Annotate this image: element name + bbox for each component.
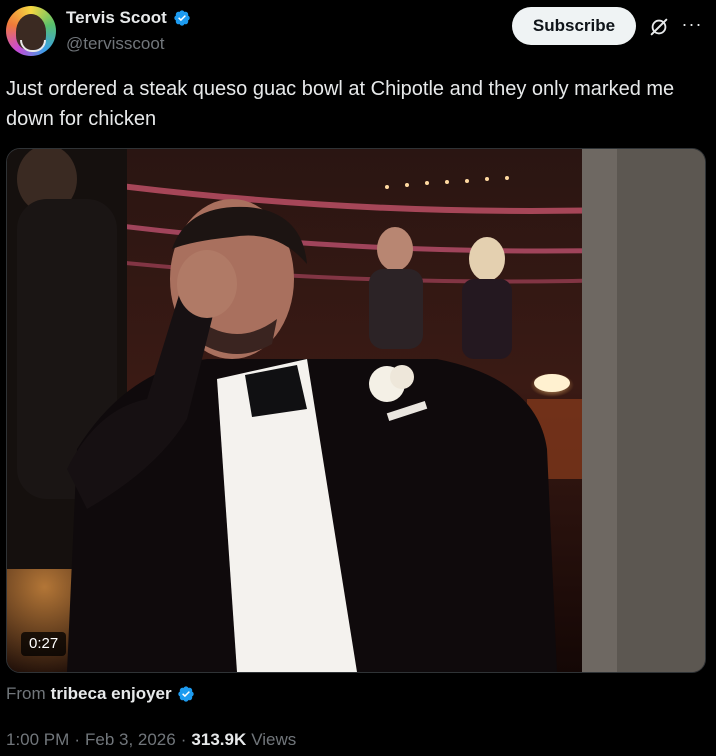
grok-icon[interactable] bbox=[648, 16, 670, 38]
views-label: Views bbox=[251, 730, 297, 749]
subscribe-button[interactable]: Subscribe bbox=[512, 7, 636, 45]
tweet-meta: 1:00 PM · Feb 3, 2026 · 313.9K Views bbox=[6, 730, 296, 750]
views-count: 313.9K bbox=[191, 730, 247, 749]
attribution-row: From tribeca enjoyer bbox=[6, 684, 195, 704]
from-label: From bbox=[6, 684, 46, 703]
avatar-chain bbox=[20, 40, 46, 52]
meta-separator: · bbox=[180, 730, 187, 749]
author-handle[interactable]: @tervisscoot bbox=[66, 34, 165, 54]
meta-separator: · bbox=[74, 730, 80, 749]
author-name-row: Tervis Scoot bbox=[66, 8, 191, 28]
tweet-text: Just ordered a steak queso guac bowl at … bbox=[6, 78, 675, 130]
more-icon[interactable]: ··· bbox=[680, 12, 704, 36]
verified-badge-icon bbox=[174, 10, 190, 26]
tweet-time[interactable]: 1:00 PM bbox=[6, 730, 69, 750]
verified-badge-icon bbox=[177, 686, 194, 702]
video-thumbnail bbox=[7, 149, 705, 672]
tweet-header: Tervis Scoot @tervisscoot Subscribe ··· bbox=[0, 0, 716, 70]
video-player[interactable]: 0:27 bbox=[6, 148, 706, 673]
avatar[interactable] bbox=[6, 6, 56, 56]
source-account-link[interactable]: tribeca enjoyer bbox=[51, 684, 172, 704]
author-display-name[interactable]: Tervis Scoot bbox=[66, 8, 167, 28]
video-duration: 0:27 bbox=[21, 632, 67, 656]
tweet-date[interactable]: Feb 3, 2026 bbox=[85, 730, 176, 750]
